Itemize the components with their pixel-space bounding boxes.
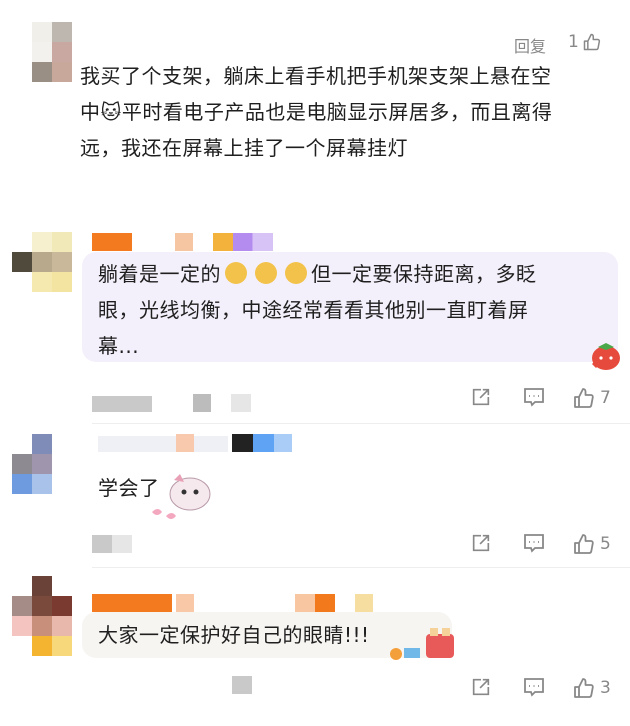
- comment-line: 我买了个支架，躺床上看手机把手机架支架上悬在空: [80, 64, 552, 88]
- share-icon: [470, 386, 492, 408]
- divider: [92, 423, 630, 424]
- reply-button[interactable]: 回复: [514, 33, 546, 57]
- badge: [176, 594, 194, 612]
- comment-line: 大家一定保护好自己的眼睛!!!: [98, 623, 370, 647]
- share-icon: [470, 676, 492, 698]
- strawberry-sticker-icon: [588, 340, 622, 376]
- timestamp: [92, 396, 152, 412]
- comment-button[interactable]: [522, 676, 546, 698]
- badge: [176, 434, 194, 452]
- comment-fragment: 躺着是一定的: [98, 262, 221, 286]
- comment-text: 躺着是一定的 但一定要保持距离，多眨 眼，光线均衡，中途经常看看其他别一直盯着屏 …: [98, 256, 608, 364]
- comment-text: 大家一定保护好自己的眼睛!!!: [98, 617, 370, 653]
- thumbs-up-icon: [582, 32, 602, 52]
- thumbs-up-icon: [572, 386, 596, 410]
- like-button[interactable]: 1: [568, 32, 602, 52]
- sleepy-emoji-icon: [285, 262, 307, 284]
- avatar[interactable]: [12, 434, 52, 494]
- comment-line: 眼，光线均衡，中途经常看看其他别一直盯着屏: [98, 298, 529, 322]
- comment-icon: [522, 386, 546, 408]
- avatar[interactable]: [12, 576, 72, 656]
- like-count: 7: [600, 388, 611, 408]
- badge: [295, 594, 335, 612]
- like-count: 5: [600, 534, 611, 554]
- comment-button[interactable]: [522, 386, 546, 408]
- share-button[interactable]: [470, 532, 492, 554]
- timestamp: [193, 394, 211, 412]
- username[interactable]: [98, 436, 228, 452]
- avatar[interactable]: [32, 22, 72, 82]
- badge: [213, 233, 273, 251]
- avatar[interactable]: [12, 232, 72, 292]
- username[interactable]: [92, 594, 172, 612]
- comment-button[interactable]: [522, 532, 546, 554]
- sleepy-emoji-icon: [255, 262, 277, 284]
- comment-text: 我买了个支架，躺床上看手机把手机架支架上悬在空 中🐱平时看电子产品也是电脑显示屏…: [80, 58, 625, 166]
- thumbs-up-icon: [572, 676, 596, 700]
- divider: [92, 567, 630, 568]
- badge: [232, 434, 292, 452]
- reply-label: 回复: [514, 37, 547, 56]
- timestamp: [231, 394, 251, 412]
- comment-line: 远，我还在屏幕上挂了一个屏幕挂灯: [80, 136, 408, 160]
- share-icon: [470, 532, 492, 554]
- thumbs-up-icon: [572, 532, 596, 556]
- comment-line: 幕...: [98, 334, 140, 358]
- like-button[interactable]: 3: [572, 676, 611, 700]
- like-count: 3: [600, 678, 611, 698]
- username[interactable]: [92, 233, 132, 251]
- comment-fragment: 但一定要保持距离，多眨: [311, 262, 537, 286]
- comment-icon: [522, 532, 546, 554]
- like-count: 1: [568, 32, 579, 52]
- comment-line: 中🐱平时看电子产品也是电脑显示屏居多，而且离得: [80, 100, 553, 124]
- username-extra: [175, 233, 193, 251]
- timestamp: [232, 676, 252, 694]
- share-button[interactable]: [470, 676, 492, 698]
- cartoon-sticker-icon: [146, 472, 218, 526]
- sleepy-emoji-icon: [225, 262, 247, 284]
- share-button[interactable]: [470, 386, 492, 408]
- like-button[interactable]: 7: [572, 386, 611, 410]
- comment-icon: [522, 676, 546, 698]
- toaster-sticker-icon: [388, 626, 458, 666]
- timestamp: [92, 535, 132, 553]
- badge: [355, 594, 373, 612]
- comment-line: 躺着是一定的 但一定要保持距离，多眨: [98, 256, 608, 292]
- like-button[interactable]: 5: [572, 532, 611, 556]
